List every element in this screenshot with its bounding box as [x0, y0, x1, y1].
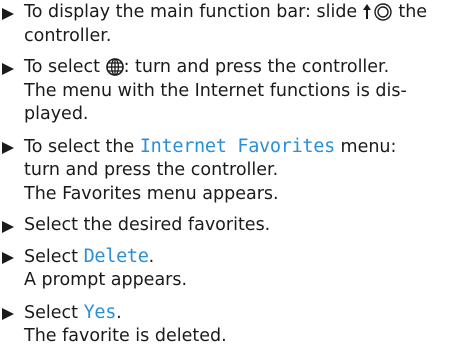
step-line: The Favorites menu appears. [24, 183, 279, 204]
step-select-internet: To select : turn and press the controlle… [0, 56, 468, 127]
step-line: turn and press the controller. [24, 160, 279, 180]
step-line: Select the desired favorites. [24, 215, 271, 235]
step-text: . [148, 246, 155, 267]
bullet-triangle-icon [2, 141, 14, 154]
step-text: menu: [340, 136, 397, 157]
slide-up-controller-icon [362, 3, 393, 21]
menu-item-internet-favorites: Internet Favorites [139, 135, 335, 157]
step-line: Select Yes. [24, 301, 468, 326]
step-line: To select the Internet Favorites menu: [24, 135, 468, 160]
instruction-list: To display the main function bar: slide … [0, 1, 468, 357]
step-line: The favorite is deleted. [24, 326, 227, 346]
step-line: controller. [24, 25, 112, 46]
bullet-triangle-icon [2, 63, 14, 75]
step-text: . [116, 302, 122, 323]
bullet-triangle-icon [2, 8, 14, 20]
step-display-function-bar: To display the main function bar: slide … [0, 1, 468, 48]
bullet-triangle-icon [2, 221, 14, 233]
step-line: played. [24, 104, 89, 124]
step-text: To select [24, 57, 100, 77]
globe-internet-icon [105, 58, 124, 76]
step-line: To display the main function bar: slide … [24, 1, 468, 25]
bullet-triangle-icon [2, 251, 14, 264]
step-text: Select [24, 302, 78, 323]
step-select-yes: Select Yes. The favorite is deleted. [0, 301, 468, 349]
step-select-favorites-menu: To select the Internet Favorites menu: t… [0, 135, 468, 207]
step-text: To display the main function bar: slide [24, 2, 358, 22]
step-text: : turn and press the controller. [123, 57, 390, 77]
step-text: To select the [24, 136, 135, 157]
step-select-delete: Select Delete. A prompt appears. [0, 245, 468, 293]
step-line: To select : turn and press the controlle… [24, 56, 468, 80]
step-line: Select Delete. [24, 245, 468, 270]
bullet-triangle-icon [2, 307, 14, 320]
menu-item-yes: Yes [83, 301, 117, 323]
step-select-favorites: Select the desired favorites. [0, 214, 468, 238]
step-line: A prompt appears. [24, 270, 188, 290]
step-text: Select [24, 246, 78, 267]
step-text: the [398, 2, 428, 22]
step-line: The menu with the Internet functions is … [24, 80, 407, 101]
menu-item-delete: Delete [83, 245, 149, 267]
